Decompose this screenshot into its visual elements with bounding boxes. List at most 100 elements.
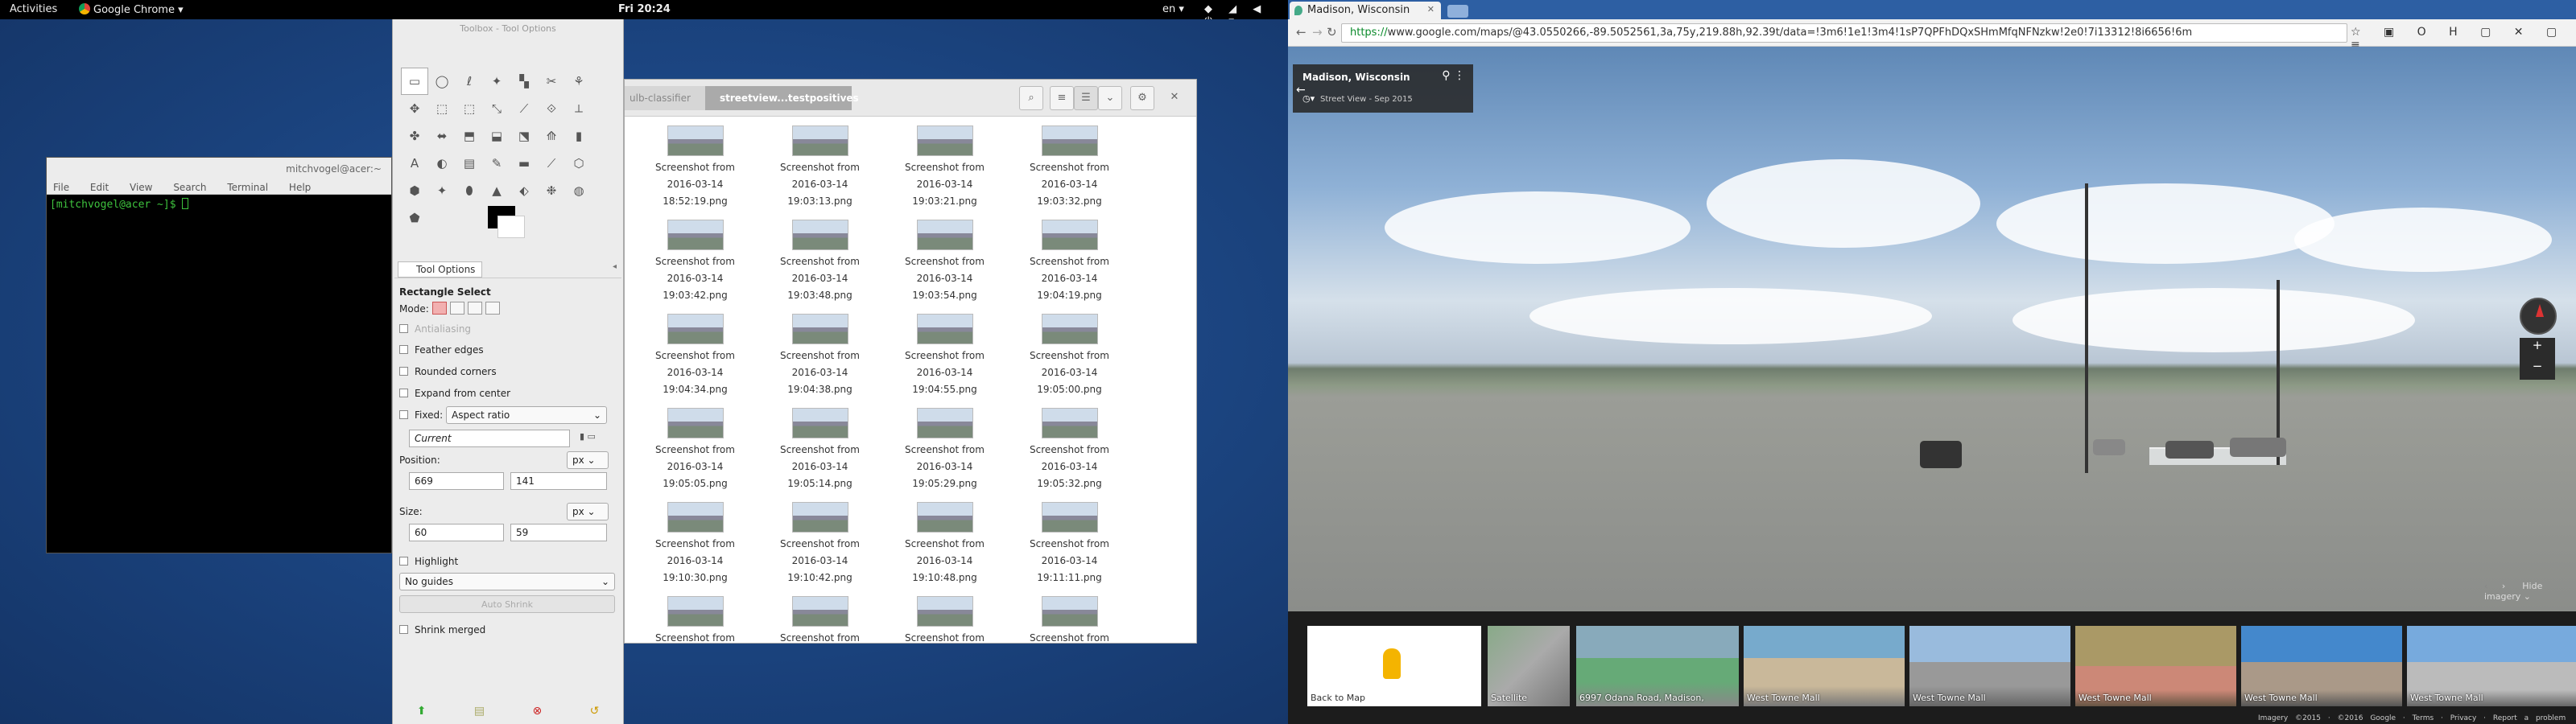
tool-icon[interactable]: ⟂ <box>565 95 592 122</box>
path-tab-current[interactable]: streetview...testpositives <box>705 86 859 110</box>
mode-replace-button[interactable] <box>431 302 447 315</box>
pin-icon[interactable]: ⚲ ⋮ <box>1442 69 1465 82</box>
position-unit-select[interactable]: px ⌄ <box>567 451 609 469</box>
zoom-out-button[interactable]: − <box>2520 359 2555 380</box>
ratio-icons[interactable]: ▮ ▭ <box>580 431 596 442</box>
tool-icon[interactable]: ⬒ <box>456 122 483 150</box>
terminal-prompt[interactable]: [mitchvogel@acer ~]$ <box>47 195 391 214</box>
tool-icon[interactable]: ❉ <box>538 177 565 204</box>
tool-icon[interactable]: ⬢ <box>401 177 428 204</box>
file-item[interactable]: Screenshot from 2016-03-14 19:04:55.png <box>882 311 1007 405</box>
tool-icon[interactable]: ✤ <box>401 122 428 150</box>
rounded-option[interactable]: Rounded corners <box>399 366 497 377</box>
close-icon[interactable]: ✕ <box>1162 86 1187 110</box>
file-item[interactable]: Screenshot from 2016-03-14 19:05:00.png <box>1007 311 1132 405</box>
input-language[interactable]: en ▾ <box>1162 3 1184 15</box>
compass-icon[interactable] <box>2520 298 2557 335</box>
tool-icon[interactable]: ⬚ <box>428 95 456 122</box>
forward-icon[interactable]: → <box>1312 25 1323 39</box>
tool-icon[interactable]: ▚ <box>510 68 538 95</box>
browser-tab[interactable]: Madison, Wisconsin ✕ <box>1290 2 1441 19</box>
thumb-photo[interactable]: West Towne Mall <box>2241 626 2402 706</box>
tool-icon[interactable]: ◍ <box>565 177 592 204</box>
tool-icon[interactable]: ✂ <box>538 68 565 95</box>
tool-icon[interactable]: ℓ <box>456 68 483 95</box>
tool-icon[interactable]: ▲ <box>483 177 510 204</box>
tool-icon[interactable]: ▭ <box>401 68 428 95</box>
file-item[interactable]: Screenshot from <box>633 594 758 688</box>
thumb-photo[interactable]: West Towne Mall <box>1909 626 2070 706</box>
auto-shrink-button[interactable]: Auto Shrink <box>399 595 615 613</box>
menu-view[interactable]: View <box>130 182 152 193</box>
tool-icon[interactable]: ▤ <box>456 150 483 177</box>
restore-options-icon[interactable]: ▤ <box>474 705 485 718</box>
mode-subtract-button[interactable] <box>467 302 482 315</box>
path-tab-parent[interactable]: ulb-classifier <box>625 86 705 110</box>
thumb-satellite[interactable]: Satellite <box>1488 626 1570 706</box>
file-item[interactable]: Screenshot from 2016-03-14 19:03:13.png <box>758 123 882 217</box>
map-footer[interactable]: Imagery ©2015 · ©2016 Google · Terms · P… <box>2258 714 2566 722</box>
position-y-input[interactable]: 141 <box>510 472 607 490</box>
highlight-checkbox[interactable] <box>399 557 408 566</box>
menu-search[interactable]: Search <box>173 182 206 193</box>
new-tab-button[interactable] <box>1447 5 1468 18</box>
back-icon[interactable]: ← <box>1296 25 1307 39</box>
file-item[interactable]: Screenshot from 2016-03-14 19:05:29.png <box>882 405 1007 500</box>
file-item[interactable]: Screenshot from <box>1007 594 1132 688</box>
tool-icon[interactable]: ⬌ <box>428 122 456 150</box>
file-item[interactable]: Screenshot from 2016-03-14 19:03:21.png <box>882 123 1007 217</box>
size-height-input[interactable]: 59 <box>510 524 607 541</box>
mode-add-button[interactable] <box>449 302 464 315</box>
file-item[interactable]: Screenshot from 2016-03-14 19:05:05.png <box>633 405 758 500</box>
close-tab-icon[interactable]: ✕ <box>1427 4 1435 14</box>
file-item[interactable]: Screenshot from <box>758 594 882 688</box>
file-item[interactable]: Screenshot from 2016-03-14 19:05:14.png <box>758 405 882 500</box>
menu-file[interactable]: File <box>53 182 69 193</box>
shrink-merged-option[interactable]: Shrink merged <box>399 624 485 636</box>
file-item[interactable]: Screenshot from 2016-03-14 19:10:30.png <box>633 500 758 594</box>
highlight-option[interactable]: Highlight <box>399 556 458 567</box>
street-view-panorama[interactable]: Madison, Wisconsin ⚲ ⋮ ◷▾ Street View - … <box>1288 47 2576 611</box>
file-item[interactable]: Screenshot from 2016-03-14 19:04:38.png <box>758 311 882 405</box>
tool-icon[interactable]: ⚘ <box>565 68 592 95</box>
rounded-checkbox[interactable] <box>399 367 408 376</box>
fixed-option[interactable]: Fixed: <box>399 409 443 421</box>
tool-icon[interactable]: ⬔ <box>510 122 538 150</box>
tool-icon[interactable]: ◯ <box>428 68 456 95</box>
thumb-photo[interactable]: West Towne Mall <box>2075 626 2236 706</box>
file-item[interactable]: Screenshot from 2016-03-14 19:05:32.png <box>1007 405 1132 500</box>
tool-options-tab[interactable]: Tool Options ◂ <box>394 259 621 278</box>
menu-terminal[interactable]: Terminal <box>227 182 268 193</box>
back-to-map-card[interactable]: Back to Map <box>1307 626 1481 706</box>
tool-icon[interactable]: ⬡ <box>565 150 592 177</box>
address-bar[interactable]: https://www.google.com/maps/@43.0550266,… <box>1341 23 2347 43</box>
tool-icon[interactable]: ⬚ <box>456 95 483 122</box>
tool-icon[interactable]: ⟋ <box>510 95 538 122</box>
grid-view-icon[interactable]: ☰ <box>1074 86 1098 110</box>
file-item[interactable]: Screenshot from 2016-03-14 19:10:48.png <box>882 500 1007 594</box>
tool-icon[interactable]: ▬ <box>510 150 538 177</box>
tool-icon[interactable]: ◐ <box>428 150 456 177</box>
feather-checkbox[interactable] <box>399 345 408 354</box>
file-item[interactable]: Screenshot from 2016-03-14 19:04:19.png <box>1007 217 1132 311</box>
reload-icon[interactable]: ↻ <box>1327 25 1337 39</box>
guides-select[interactable]: No guides ⌄ <box>399 573 615 590</box>
mode-intersect-button[interactable] <box>485 302 500 315</box>
save-options-icon[interactable]: ⬆ <box>417 705 427 718</box>
file-item[interactable]: Screenshot from 2016-03-14 18:52:19.png <box>633 123 758 217</box>
view-options-icon[interactable]: ⌄ <box>1098 86 1122 110</box>
tool-icon[interactable]: ✎ <box>483 150 510 177</box>
chevron-left-icon[interactable]: ‹ <box>2484 581 2487 591</box>
fixed-checkbox[interactable] <box>399 410 408 419</box>
tool-icon[interactable]: ✥ <box>401 95 428 122</box>
size-unit-select[interactable]: px ⌄ <box>567 503 609 520</box>
clock[interactable]: Fri 20:24 <box>618 3 671 15</box>
expand-option[interactable]: Expand from center <box>399 388 510 399</box>
fixed-select[interactable]: Aspect ratio ⌄ <box>446 406 607 424</box>
file-item[interactable]: Screenshot from 2016-03-14 19:10:42.png <box>758 500 882 594</box>
activities-button[interactable]: Activities <box>10 3 57 15</box>
file-item[interactable]: Screenshot from 2016-03-14 19:03:32.png <box>1007 123 1132 217</box>
search-icon[interactable]: ⌕ <box>1019 86 1043 110</box>
tool-options-tab-label[interactable]: Tool Options <box>398 261 483 278</box>
thumb-photo[interactable]: West Towne Mall <box>1744 626 1905 706</box>
